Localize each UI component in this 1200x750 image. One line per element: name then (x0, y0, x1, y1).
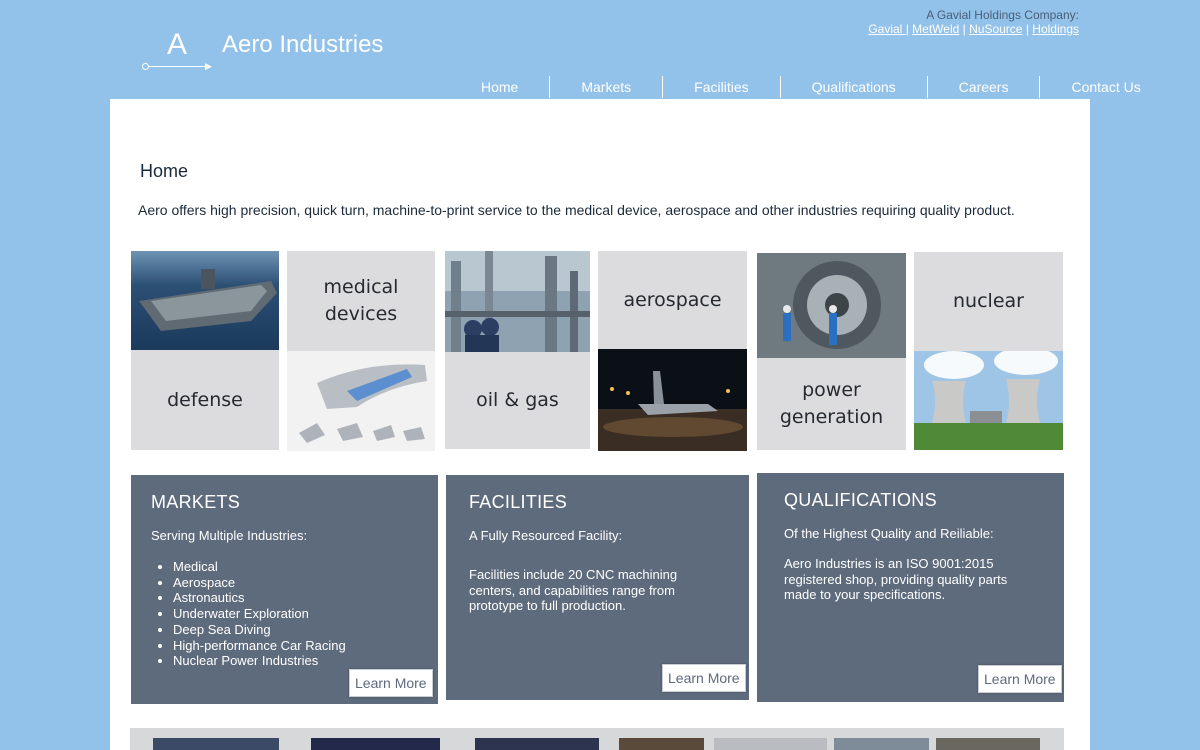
link-holdings[interactable]: Holdings (1032, 22, 1079, 36)
link-separator: | (962, 22, 966, 36)
markets-box: MARKETS Serving Multiple Industries: Med… (131, 475, 438, 704)
gallery-image[interactable] (936, 738, 1040, 750)
nav-careers[interactable]: Careers (926, 76, 1040, 98)
gallery-image[interactable] (311, 738, 440, 750)
list-item: Medical (173, 559, 346, 575)
medical-instruments-image (287, 351, 435, 451)
fighter-jet-image (598, 349, 747, 451)
nuclear-image[interactable] (914, 351, 1063, 450)
tile-medical-devices[interactable]: medical devices (287, 251, 435, 351)
tile-power-label-1: power (802, 379, 861, 401)
list-item: Underwater Exploration (173, 606, 346, 622)
qualifications-body: Aero Industries is an ISO 9001:2015 regi… (784, 556, 1008, 602)
holding-links: Gavial | MetWeld | NuSource | Holdings (868, 22, 1079, 36)
tile-defense[interactable]: defense (131, 350, 279, 450)
tile-aerospace-label: aerospace (623, 288, 722, 311)
tile-aerospace[interactable]: aerospace (598, 251, 747, 349)
facilities-learn-more-button[interactable]: Learn More (662, 664, 746, 692)
link-separator: | (905, 22, 909, 36)
holding-label: A Gavial Holdings Company: (926, 8, 1079, 22)
markets-subtitle: Serving Multiple Industries: (151, 528, 308, 543)
gallery-image[interactable] (834, 738, 929, 750)
tile-oil-gas-label: oil & gas (476, 389, 559, 411)
turbine-image (757, 253, 906, 358)
logo-letter: A (167, 28, 188, 61)
nav-qualifications[interactable]: Qualifications (779, 76, 927, 98)
logo[interactable]: A ▶ (137, 18, 217, 78)
gallery-image[interactable] (475, 738, 599, 750)
gallery-image[interactable] (619, 738, 704, 750)
markets-title: MARKETS (151, 492, 241, 512)
tile-medical-label-2: devices (324, 303, 398, 325)
nav-facilities[interactable]: Facilities (662, 76, 779, 98)
nav-contact-us[interactable]: Contact Us (1039, 76, 1158, 98)
link-separator: | (1025, 22, 1029, 36)
qualifications-box: QUALIFICATIONS Of the Highest Quality an… (757, 473, 1064, 702)
link-gavial[interactable]: Gavial (868, 22, 905, 36)
list-item: High-performance Car Racing (173, 638, 346, 654)
qualifications-subtitle: Of the Highest Quality and Reiliable: (784, 526, 994, 541)
intro-text: Aero offers high precision, quick turn, … (138, 202, 1015, 218)
carrier-image[interactable] (131, 251, 279, 350)
list-item: Nuclear Power Industries (173, 653, 346, 669)
list-item: Astronautics (173, 590, 346, 606)
markets-list: Medical Aerospace Astronautics Underwate… (152, 559, 346, 669)
markets-learn-more-button[interactable]: Learn More (349, 669, 433, 697)
list-item: Aerospace (173, 575, 346, 591)
nav-markets[interactable]: Markets (549, 76, 662, 98)
tile-defense-label: defense (167, 388, 243, 411)
tile-power-generation[interactable]: power generation (757, 358, 906, 450)
logo-line (145, 66, 211, 67)
refinery-image (445, 251, 590, 352)
holding-company-block: A Gavial Holdings Company: Gavial | MetW… (868, 8, 1079, 36)
logo-dot (142, 63, 149, 70)
qualifications-learn-more-button[interactable]: Learn More (978, 665, 1062, 693)
nav-home[interactable]: Home (465, 76, 549, 98)
main-nav: Home Markets Facilities Qualifications C… (465, 76, 1159, 98)
link-metweld[interactable]: MetWeld (912, 22, 959, 36)
aircraft-carrier-image (131, 251, 279, 350)
gallery-image[interactable] (714, 738, 827, 750)
link-nusource[interactable]: NuSource (969, 22, 1022, 36)
main-content: Home Aero offers high precision, quick t… (110, 99, 1090, 750)
facilities-box: FACILITIES A Fully Resourced Facility: F… (446, 475, 749, 700)
site-title[interactable]: Aero Industries (222, 31, 383, 59)
bottom-gallery-strip (130, 728, 1064, 750)
page-title: Home (140, 161, 189, 181)
qualifications-title: QUALIFICATIONS (784, 490, 937, 510)
medical-devices-image[interactable] (287, 351, 435, 451)
tile-power-label-2: generation (779, 406, 884, 428)
tile-medical-label-1: medical (323, 276, 399, 298)
list-item: Deep Sea Diving (173, 622, 346, 638)
tile-oil-gas[interactable]: oil & gas (445, 352, 590, 449)
tile-nuclear[interactable]: nuclear (914, 252, 1063, 351)
power-image[interactable] (757, 253, 906, 358)
logo-arrow-icon: ▶ (205, 61, 212, 71)
gallery-image[interactable] (153, 738, 279, 750)
facilities-subtitle: A Fully Resourced Facility: (469, 528, 623, 543)
facilities-body: Facilities include 20 CNC machining cent… (469, 567, 678, 613)
tile-nuclear-label: nuclear (953, 290, 1024, 312)
aerospace-image[interactable] (598, 349, 747, 451)
oil-gas-image[interactable] (445, 251, 590, 352)
cooling-towers-image (914, 351, 1063, 450)
facilities-title: FACILITIES (469, 492, 568, 512)
